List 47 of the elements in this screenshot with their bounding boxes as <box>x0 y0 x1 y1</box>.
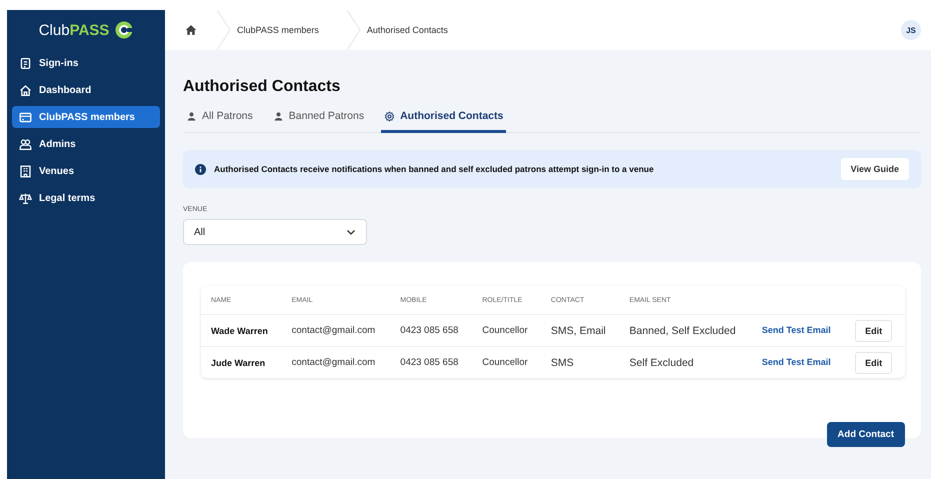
person-icon <box>186 110 197 122</box>
add-contact-button[interactable]: Add Contact <box>826 422 905 447</box>
chevron-down-icon <box>346 227 356 237</box>
clipboard-icon <box>19 56 32 70</box>
sidebar-item[interactable]: Sign-ins <box>12 52 160 74</box>
table-cell: 0423 085 658 <box>390 314 472 346</box>
home-icon <box>19 84 32 96</box>
user-avatar[interactable]: JS <box>901 20 921 40</box>
venue-select[interactable]: All <box>183 219 367 245</box>
breadcrumb-link[interactable]: Authorised Contacts <box>360 10 476 50</box>
table-cell: contact@gmail.com <box>282 314 390 346</box>
info-icon <box>195 164 206 174</box>
scales-icon <box>19 192 32 204</box>
table-cell: SMS <box>540 346 620 378</box>
tab[interactable]: Banned Patrons <box>270 110 368 133</box>
table-cell: SMS, Email <box>540 314 620 346</box>
table-cell: 0423 085 658 <box>390 346 472 378</box>
tab[interactable]: Authorised Contacts <box>381 110 506 133</box>
users-icon <box>19 138 32 150</box>
table-cell: contact@gmail.com <box>282 346 390 378</box>
edit-button[interactable]: Edit <box>855 352 892 374</box>
view-guide-button[interactable]: View Guide <box>840 158 909 180</box>
table-cell: Banned, Self Excluded <box>619 314 752 346</box>
table-cell: Wade Warren <box>201 314 282 346</box>
table-cell: Jude Warren <box>201 346 282 378</box>
sidebar-item[interactable]: Legal terms <box>12 187 160 209</box>
banner-text: Authorised Contacts receive notifications when banned and self excluded patrons attempt sign-in to a venue <box>214 164 654 174</box>
edit-button[interactable]: Edit <box>855 320 892 342</box>
sidebar-item[interactable]: Dashboard <box>12 79 160 101</box>
person-icon <box>272 110 284 122</box>
page-title: Authorised Contacts <box>183 78 342 96</box>
breadcrumb-link[interactable]: ClubPASS members <box>231 10 347 50</box>
logo-icon <box>115 21 134 39</box>
sidebar-item[interactable]: Venues <box>12 160 160 182</box>
tab[interactable]: All Patrons <box>183 110 256 133</box>
sidebar-item[interactable]: ClubPASS members <box>12 106 160 128</box>
send-test-email-link[interactable]: Send Test Email <box>762 325 831 335</box>
building-icon <box>19 164 32 178</box>
table-cell: Self Excluded <box>619 346 752 378</box>
table-cell: Councellor <box>472 346 541 378</box>
send-test-email-link[interactable]: Send Test Email <box>762 357 831 367</box>
gear-icon <box>384 110 396 122</box>
logo-text: ClubPASS <box>38 22 110 38</box>
table-cell: Councellor <box>472 314 541 346</box>
card-icon <box>19 110 32 124</box>
sidebar-item[interactable]: Admins <box>12 133 160 155</box>
home-icon[interactable] <box>185 24 197 36</box>
